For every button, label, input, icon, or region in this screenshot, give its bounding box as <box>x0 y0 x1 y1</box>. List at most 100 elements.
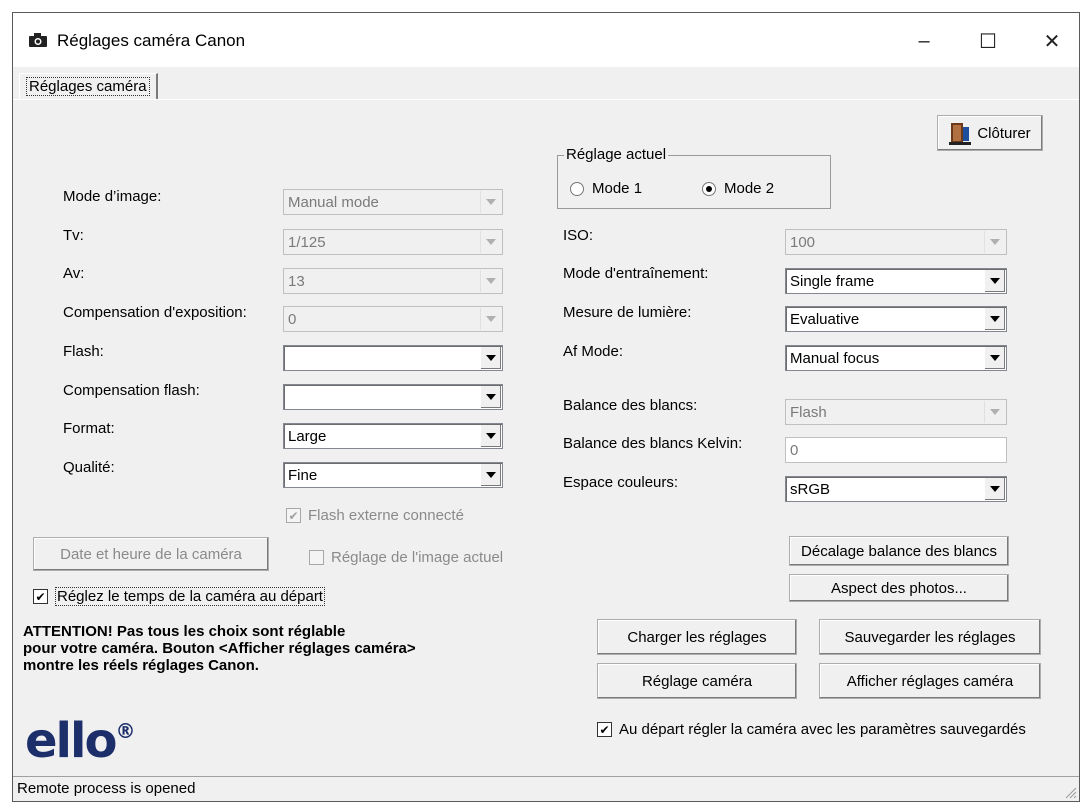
logo-registered-mark: ® <box>115 719 135 743</box>
show-camera-settings-button[interactable]: Afficher réglages caméra <box>819 663 1041 699</box>
af-mode-value: Manual focus <box>790 350 880 367</box>
color-space-value: sRGB <box>790 481 831 498</box>
white-balance-select[interactable]: Flash <box>785 399 1007 425</box>
wb-kelvin-value: 0 <box>790 442 799 459</box>
format-label: Format: <box>63 420 115 437</box>
quality-value: Fine <box>288 467 318 484</box>
title-bar: Réglages caméra Canon – ☐ ✕ <box>13 13 1079 67</box>
warning-line-2: pour votre caméra. Bouton <Afficher régl… <box>23 640 416 657</box>
av-select[interactable]: 13 <box>283 268 503 294</box>
camera-icon <box>29 33 47 47</box>
format-value: Large <box>288 428 327 445</box>
iso-select[interactable]: 100 <box>785 229 1007 255</box>
chevron-down-icon <box>480 308 501 330</box>
save-settings-button[interactable]: Sauvegarder les réglages <box>819 619 1041 655</box>
set-camera-button[interactable]: Réglage caméra <box>597 663 797 699</box>
apply-at-start-checkbox[interactable]: ✔ Au départ régler la caméra avec les pa… <box>597 721 1026 738</box>
tv-label: Tv: <box>63 227 84 244</box>
ello-logo: ello® <box>25 713 135 769</box>
chevron-down-icon <box>984 270 1005 292</box>
color-space-select[interactable]: sRGB <box>785 476 1007 502</box>
maximize-button[interactable]: ☐ <box>965 21 1011 61</box>
close-button-label: Clôturer <box>977 124 1031 142</box>
flash-select[interactable] <box>283 345 503 371</box>
radio-mode-2-label: Mode 2 <box>724 180 775 197</box>
format-select[interactable]: Large <box>283 423 503 449</box>
radio-mode-1-label: Mode 1 <box>592 180 643 197</box>
flash-comp-select[interactable] <box>283 384 503 410</box>
metering-label: Mesure de lumière: <box>563 304 692 321</box>
iso-label: ISO: <box>563 227 594 244</box>
checkmark-icon: ✔ <box>597 722 612 737</box>
chevron-down-icon <box>480 347 501 369</box>
wb-kelvin-input[interactable]: 0 <box>785 437 1007 463</box>
exposure-comp-select[interactable]: 0 <box>283 306 503 332</box>
radio-mode-1-dot <box>570 181 584 196</box>
chevron-down-icon <box>480 270 501 292</box>
window-title: Réglages caméra Canon <box>57 31 246 50</box>
mode-image-select[interactable]: Manual mode <box>283 189 503 215</box>
radio-mode-1[interactable]: Mode 1 <box>570 180 642 197</box>
metering-value: Evaluative <box>790 311 860 328</box>
warning-line-3: montre les réels réglages Canon. <box>23 657 259 674</box>
metering-select[interactable]: Evaluative <box>785 306 1007 332</box>
wb-kelvin-label: Balance des blancs Kelvin: <box>563 435 743 452</box>
white-balance-label: Balance des blancs: <box>563 397 698 414</box>
exposure-comp-label: Compensation d'exposition: <box>63 304 247 321</box>
checkbox-empty-icon <box>309 550 324 565</box>
wb-shift-button[interactable]: Décalage balance des blancs <box>789 536 1009 566</box>
tv-value: 1/125 <box>288 234 326 251</box>
picture-style-button[interactable]: Aspect des photos... <box>789 574 1009 602</box>
chevron-down-icon <box>480 464 501 486</box>
warning-line-1: ATTENTION! Pas tous les choix sont régla… <box>23 623 346 640</box>
av-label: Av: <box>63 265 85 282</box>
tab-camera-settings[interactable]: Réglages caméra <box>19 73 158 100</box>
color-space-label: Espace couleurs: <box>563 474 679 491</box>
chevron-down-icon <box>984 478 1005 500</box>
current-setting-title: Réglage actuel <box>564 146 669 163</box>
camera-date-time-button[interactable]: Date et heure de la caméra <box>33 537 269 571</box>
drive-mode-label: Mode d'entraînement: <box>563 265 709 282</box>
av-value: 13 <box>288 273 305 290</box>
mode-image-value: Manual mode <box>288 194 379 211</box>
chevron-down-icon <box>984 308 1005 330</box>
close-button[interactable]: Clôturer <box>937 115 1043 151</box>
set-time-checkbox[interactable]: ✔ Réglez le temps de la caméra au départ <box>33 587 325 606</box>
current-image-checkbox[interactable]: Réglage de l'image actuel <box>309 549 503 566</box>
quality-label: Qualité: <box>63 459 115 476</box>
chevron-down-icon <box>480 191 501 213</box>
load-settings-button[interactable]: Charger les réglages <box>597 619 797 655</box>
set-time-label: Réglez le temps de la caméra au départ <box>55 587 325 606</box>
drive-mode-select[interactable]: Single frame <box>785 268 1007 294</box>
current-image-label: Réglage de l'image actuel <box>331 549 504 566</box>
iso-value: 100 <box>790 234 816 251</box>
resize-grip-icon[interactable] <box>1063 785 1077 799</box>
chevron-down-icon <box>984 347 1005 369</box>
mode-image-label: Mode d’image: <box>63 188 162 205</box>
external-flash-checkbox[interactable]: ✔ Flash externe connecté <box>286 507 464 524</box>
flash-label: Flash: <box>63 343 104 360</box>
external-flash-label: Flash externe connecté <box>308 507 464 524</box>
drive-mode-value: Single frame <box>790 273 875 290</box>
tab-label: Réglages caméra <box>26 77 150 96</box>
current-setting-group: Réglage actuel Mode 1 Mode 2 <box>557 146 831 209</box>
chevron-down-icon <box>480 425 501 447</box>
exposure-comp-value: 0 <box>288 311 297 328</box>
close-window-button[interactable]: ✕ <box>1029 21 1075 61</box>
warning-text: ATTENTION! Pas tous les choix sont régla… <box>23 623 503 674</box>
chevron-down-icon <box>984 401 1005 423</box>
tv-select[interactable]: 1/125 <box>283 229 503 255</box>
chevron-down-icon <box>480 386 501 408</box>
chevron-down-icon <box>984 231 1005 253</box>
af-mode-label: Af Mode: <box>563 343 624 360</box>
door-exit-icon <box>949 123 972 145</box>
checkmark-icon: ✔ <box>33 589 48 604</box>
flash-comp-label: Compensation flash: <box>63 382 200 399</box>
quality-select[interactable]: Fine <box>283 462 503 488</box>
tab-pane-divider <box>13 99 1079 100</box>
minimize-button[interactable]: – <box>901 21 947 61</box>
radio-mode-2[interactable]: Mode 2 <box>702 180 774 197</box>
apply-at-start-label: Au départ régler la caméra avec les para… <box>619 721 1026 738</box>
logo-text: ello <box>25 713 117 769</box>
af-mode-select[interactable]: Manual focus <box>785 345 1007 371</box>
